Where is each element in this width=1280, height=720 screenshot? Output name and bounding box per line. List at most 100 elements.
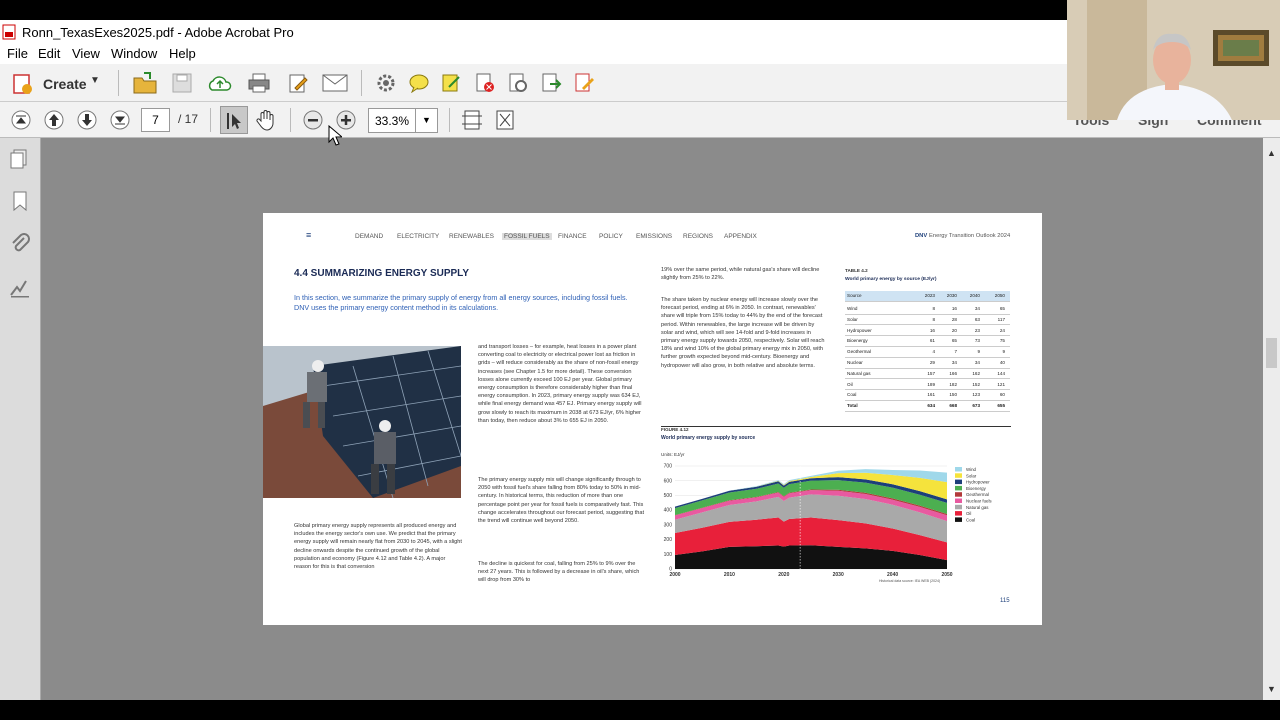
table-cell-value: 673 bbox=[972, 403, 980, 409]
protect-icon[interactable] bbox=[507, 72, 529, 94]
table-cell-value: 2023 bbox=[924, 293, 935, 298]
first-page-icon[interactable] bbox=[10, 109, 32, 131]
menu-edit[interactable]: Edit bbox=[38, 46, 60, 61]
print-icon[interactable] bbox=[247, 72, 271, 94]
legend-swatch bbox=[955, 467, 962, 472]
legend-swatch bbox=[955, 504, 962, 510]
table-cell-source: Source bbox=[847, 293, 862, 298]
table-cell-source: Coal bbox=[847, 392, 857, 398]
y-tick-label: 600 bbox=[664, 478, 673, 484]
edit-document-icon[interactable] bbox=[287, 72, 309, 94]
y-tick-label: 100 bbox=[664, 552, 673, 558]
page-number-input[interactable]: 7 bbox=[141, 108, 170, 132]
table-cell-value: 60 bbox=[999, 392, 1005, 398]
previous-page-icon[interactable] bbox=[43, 109, 65, 131]
menu-window[interactable]: Window bbox=[111, 46, 157, 61]
highlight-icon[interactable] bbox=[440, 72, 462, 94]
table-cell-value: 2050 bbox=[994, 293, 1005, 298]
legend-label: Nuclear fuels bbox=[966, 499, 992, 504]
legend-label: Oil bbox=[966, 511, 971, 516]
table-header-row: Source 2023 2030 2040 2050 bbox=[845, 291, 1010, 302]
select-tool-button[interactable] bbox=[220, 106, 248, 134]
full-screen-icon[interactable] bbox=[494, 108, 516, 132]
x-tick-label: 2020 bbox=[778, 572, 789, 578]
edit-pdf-icon[interactable] bbox=[573, 72, 595, 94]
menu-file[interactable]: File bbox=[7, 46, 28, 61]
table-cell-value: 2030 bbox=[946, 293, 957, 298]
table-cell-source: Hydropower bbox=[847, 327, 872, 333]
table-cell-value: 28 bbox=[951, 316, 957, 322]
pdf-file-icon bbox=[2, 24, 16, 40]
create-label: Create bbox=[43, 76, 87, 92]
scroll-up-icon[interactable]: ▲ bbox=[1267, 148, 1276, 158]
menu-help[interactable]: Help bbox=[169, 46, 196, 61]
next-page-icon[interactable] bbox=[76, 109, 98, 131]
table-cell-value: 117 bbox=[997, 316, 1005, 322]
table-cell-source: Solar bbox=[847, 316, 858, 322]
last-page-icon[interactable] bbox=[109, 109, 131, 131]
table-cell-source: Oil bbox=[847, 381, 853, 387]
create-button[interactable]: Create ▼ bbox=[10, 69, 102, 97]
table-title: World primary energy by source (EJ/yr) bbox=[845, 277, 937, 282]
table-cell-value: 73 bbox=[974, 338, 980, 344]
attachment-icon[interactable] bbox=[9, 233, 31, 255]
table-cell-value: 152 bbox=[972, 381, 980, 387]
body-paragraph-1: Global primary energy supply represents … bbox=[294, 523, 462, 571]
hand-tool-icon[interactable] bbox=[255, 108, 279, 132]
legend-label: Hydropower bbox=[966, 480, 990, 485]
x-tick-label: 2050 bbox=[941, 572, 952, 578]
save-icon[interactable] bbox=[171, 72, 193, 94]
table-cell-value: 34 bbox=[974, 306, 980, 311]
legend-label: Bioenergy bbox=[966, 486, 987, 491]
vertical-scrollbar[interactable]: ▲ ▼ bbox=[1263, 138, 1280, 700]
export-icon[interactable] bbox=[540, 72, 562, 94]
bottom-bar bbox=[0, 700, 1280, 720]
scrollbar-thumb[interactable] bbox=[1266, 338, 1277, 368]
chevron-down-icon: ▼ bbox=[90, 75, 100, 86]
nav-electricity: ELECTRICITY bbox=[397, 233, 440, 240]
zoom-select[interactable]: 33.3% ▼ bbox=[368, 108, 438, 133]
figure-units: Units: EJ/yr bbox=[661, 452, 685, 457]
fit-page-icon[interactable] bbox=[461, 108, 483, 132]
table-row: Oil 189 182 152 121 bbox=[845, 380, 1010, 391]
energy-supply-chart: 01002003004005006007002000 2010 2020 2030 20… bbox=[664, 464, 993, 578]
page-thumbnails-icon[interactable] bbox=[9, 148, 31, 170]
nav-renewables: RENEWABLES bbox=[449, 233, 494, 240]
table-row: Coal 161 150 123 60 bbox=[845, 390, 1010, 401]
signatures-icon[interactable] bbox=[9, 277, 31, 299]
zoom-value: 33.3% bbox=[375, 114, 410, 128]
nav-demand: DEMAND bbox=[355, 233, 384, 240]
table-row: Nuclear 29 34 34 40 bbox=[845, 358, 1010, 369]
email-icon[interactable] bbox=[322, 74, 348, 92]
nav-emissions: EMISSIONS bbox=[636, 233, 673, 240]
open-folder-icon[interactable] bbox=[132, 71, 158, 95]
doc-brand: DNV bbox=[915, 233, 928, 239]
table-cell-value: 9 bbox=[977, 349, 980, 355]
table-cell-value: 23 bbox=[974, 327, 980, 333]
x-tick-label: 2000 bbox=[669, 572, 680, 578]
table-label: TABLE 4.2 bbox=[845, 268, 868, 273]
table-cell-value: 4 bbox=[932, 349, 935, 355]
menu-view[interactable]: View bbox=[72, 46, 100, 61]
cloud-upload-icon[interactable] bbox=[207, 72, 233, 94]
legend-label: Wind bbox=[966, 467, 977, 472]
bookmarks-icon[interactable] bbox=[9, 190, 31, 212]
cursor-select-icon bbox=[227, 113, 241, 129]
table-cell-value: 162 bbox=[972, 370, 980, 376]
zoom-out-icon[interactable] bbox=[302, 109, 324, 131]
toolbar-divider bbox=[118, 70, 119, 96]
table-cell-value: 16 bbox=[929, 327, 935, 333]
scroll-down-icon[interactable]: ▼ bbox=[1267, 684, 1276, 694]
table-cell-source: Natural gas bbox=[847, 370, 871, 376]
table-cell-value: 63 bbox=[974, 316, 980, 322]
redact-icon[interactable] bbox=[474, 72, 496, 94]
comment-bubble-icon[interactable] bbox=[408, 73, 430, 93]
table-cell-value: 20 bbox=[951, 327, 957, 333]
table-cell-value: 65 bbox=[999, 306, 1005, 311]
table-cell-value: 61 bbox=[929, 338, 935, 344]
gear-icon[interactable] bbox=[375, 72, 397, 94]
mouse-cursor-icon bbox=[328, 125, 342, 146]
body-paragraph-3: The primary energy supply mix will chang… bbox=[478, 477, 645, 525]
table-cell-value: 166 bbox=[949, 370, 957, 376]
table-row: Hydropower 16 20 23 24 bbox=[845, 326, 1010, 337]
